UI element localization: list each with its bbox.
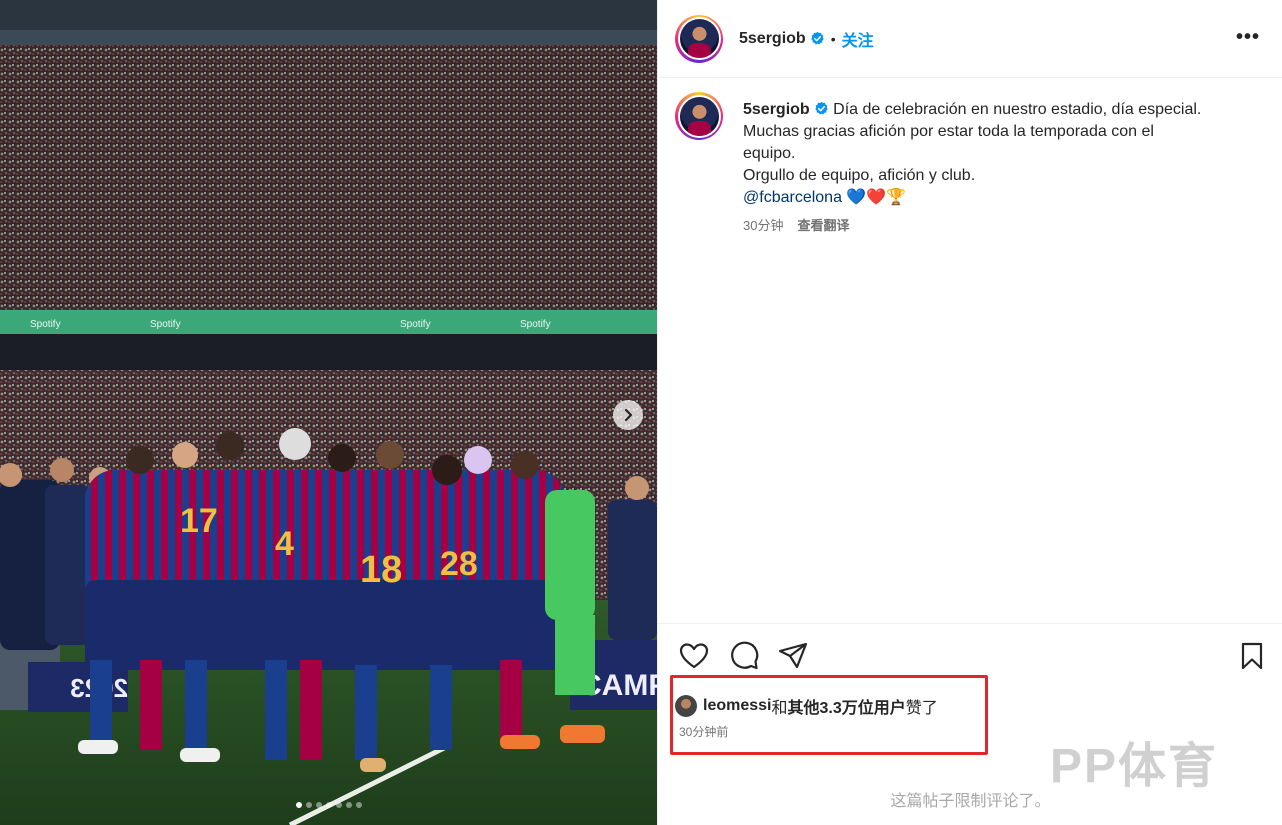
- jersey-number-3: 18: [360, 549, 402, 591]
- caption-line-2: Muchas gracias afición por estar toda la…: [743, 123, 1154, 140]
- carousel-dot: [295, 802, 302, 808]
- post-caption: 5sergiob Día de celebración en nuestro e…: [675, 92, 1265, 237]
- banner-text-4: Spotify: [520, 319, 551, 330]
- stadium-photo: Spotify Spotify Spotify Spotify 2023 CAM…: [0, 0, 657, 825]
- carousel-dot: [325, 802, 332, 808]
- share-icon[interactable]: [777, 640, 809, 672]
- banner-text-2: Spotify: [150, 319, 181, 330]
- carousel-dot: [305, 802, 312, 808]
- verified-icon: [811, 31, 824, 45]
- mention-link[interactable]: @fcbarcelona: [743, 189, 842, 206]
- comment-icon[interactable]: [728, 640, 760, 672]
- next-slide-button[interactable]: [613, 400, 643, 430]
- bookmark-icon[interactable]: [1236, 640, 1268, 672]
- heart-icon[interactable]: [678, 640, 710, 672]
- more-icon[interactable]: •••: [1236, 26, 1260, 49]
- post-time: 30分钟: [743, 218, 784, 233]
- verified-icon: [815, 101, 828, 115]
- caption-username[interactable]: 5sergiob: [743, 101, 810, 118]
- avatar[interactable]: [675, 14, 723, 63]
- post-photo[interactable]: Spotify Spotify Spotify Spotify 2023 CAM…: [0, 0, 657, 825]
- banner-text-3: Spotify: [400, 319, 431, 330]
- action-bar: [658, 623, 1282, 683]
- follow-button[interactable]: 关注: [842, 27, 874, 51]
- caption-emoji: 💙❤️🏆: [846, 189, 907, 206]
- translate-link[interactable]: 查看翻译: [797, 218, 849, 233]
- caption-line-3: equipo.: [743, 145, 796, 162]
- watermark-logo: PP体育: [1050, 740, 1219, 793]
- carousel-dot: [345, 802, 352, 808]
- header-separator: •: [830, 30, 836, 47]
- header-username[interactable]: 5sergiob: [739, 30, 806, 48]
- stadium-banner: [0, 310, 657, 334]
- carousel-dot: [315, 802, 322, 808]
- chevron-right-icon: [624, 408, 633, 422]
- carousel-dot: [335, 802, 342, 808]
- jersey-number-2: 4: [275, 525, 294, 563]
- highlight-box: [670, 675, 988, 755]
- banner-text-1: Spotify: [30, 319, 61, 330]
- jersey-number-4: 28: [440, 545, 478, 583]
- post-side-panel: 5sergiob • 关注 ••• 5sergiob Día de celebr…: [657, 0, 1282, 825]
- comments-limited-note: 这篇帖子限制评论了。: [890, 793, 1051, 810]
- post-header: 5sergiob • 关注 •••: [658, 0, 1282, 78]
- jersey-number-1: 17: [180, 502, 218, 540]
- caption-line-4: Orgullo de equipo, afición y club.: [743, 167, 976, 184]
- carousel-dot: [355, 802, 362, 808]
- carousel-dots: [0, 802, 657, 808]
- caption-avatar[interactable]: [675, 92, 723, 140]
- caption-line-1: Día de celebración en nuestro estadio, d…: [833, 101, 1202, 118]
